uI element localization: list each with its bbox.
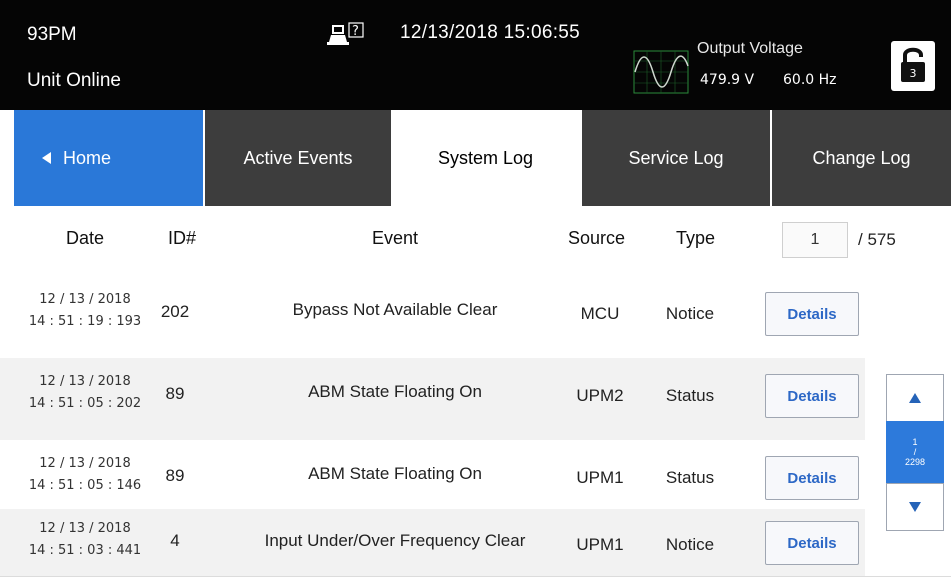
row-date: 12 / 13 / 2018: [39, 456, 131, 471]
tab-service-log[interactable]: Service Log: [580, 110, 770, 206]
details-button[interactable]: Details: [765, 521, 859, 565]
tab-service-log-label: Service Log: [628, 147, 724, 168]
row-source: UPM1: [576, 535, 624, 554]
row-type: Notice: [665, 535, 715, 554]
scroll-separator: /: [913, 447, 917, 457]
ups-display-screen: 93PM Unit Online ? 12/13/2018 15:06:55 O…: [0, 0, 951, 577]
table-row: 12 / 13 / 2018 14 : 51 : 19 : 193 202 By…: [0, 276, 865, 358]
row-event: ABM State Floating On: [308, 464, 482, 483]
row-type: Status: [665, 386, 715, 405]
column-header-source: Source: [568, 228, 626, 248]
scroll-down-button[interactable]: [886, 483, 944, 531]
row-event: ABM State Floating On: [308, 382, 482, 401]
column-header-event: Event: [372, 228, 419, 248]
column-header-id: ID#: [168, 228, 197, 248]
scroll-up-button[interactable]: [886, 374, 944, 422]
row-type: Status: [665, 468, 715, 487]
tab-bar: Home Active Events System Log Service Lo…: [0, 110, 951, 206]
page-number-input[interactable]: 1: [782, 222, 848, 258]
row-time: 14 : 51 : 05 : 146: [28, 478, 142, 493]
unit-status: Unit Online: [27, 70, 121, 91]
row-id: 202: [160, 302, 190, 321]
sine-wave-icon: [633, 50, 689, 94]
help-screen-icon[interactable]: ?: [325, 22, 367, 48]
lock-button[interactable]: 3: [891, 41, 935, 91]
access-level-label: 3: [910, 67, 917, 80]
row-date: 12 / 13 / 2018: [39, 292, 131, 307]
page-total: / 575: [858, 230, 896, 249]
arrow-up-icon: [909, 393, 921, 403]
output-voltage-label: Output Voltage: [697, 40, 803, 57]
row-id: 89: [165, 384, 185, 403]
tab-home[interactable]: Home: [14, 110, 203, 206]
row-time: 14 : 51 : 05 : 202: [28, 396, 142, 411]
row-date: 12 / 13 / 2018: [39, 521, 131, 536]
row-source: UPM2: [576, 386, 624, 405]
scroll-position-indicator[interactable]: 1 / 2298: [886, 421, 944, 483]
row-type: Notice: [665, 304, 715, 323]
details-button[interactable]: Details: [765, 456, 859, 500]
table-row: 12 / 13 / 2018 14 : 51 : 05 : 202 89 ABM…: [0, 358, 865, 440]
back-arrow-icon: [42, 152, 51, 164]
row-event: Bypass Not Available Clear: [292, 300, 498, 319]
output-frequency-value: 60.0 Hz: [783, 72, 837, 88]
scroll-total: 2298: [904, 457, 926, 467]
details-button[interactable]: Details: [765, 292, 859, 336]
row-date: 12 / 13 / 2018: [39, 374, 131, 389]
row-source: UPM1: [576, 468, 624, 487]
row-id: 4: [170, 531, 180, 550]
tab-active-events-label: Active Events: [243, 147, 353, 168]
column-header-type: Type: [676, 228, 716, 248]
tab-system-log-label: System Log: [437, 147, 534, 168]
table-row: 12 / 13 / 2018 14 : 51 : 03 : 441 4 Inpu…: [0, 509, 865, 577]
row-id: 89: [165, 466, 185, 485]
row-event: Input Under/Over Frequency Clear: [264, 531, 526, 550]
tab-system-log[interactable]: System Log: [391, 110, 580, 206]
row-time: 14 : 51 : 19 : 193: [28, 314, 142, 329]
tab-active-events[interactable]: Active Events: [203, 110, 391, 206]
details-button[interactable]: Details: [765, 374, 859, 418]
ups-model: 93PM: [27, 24, 77, 45]
tab-change-log-label: Change Log: [812, 147, 911, 168]
arrow-down-icon: [909, 502, 921, 512]
tab-home-label: Home: [63, 147, 112, 168]
system-datetime: 12/13/2018 15:06:55: [400, 22, 581, 43]
output-voltage-value: 479.9 V: [700, 72, 755, 88]
row-time: 14 : 51 : 03 : 441: [28, 543, 142, 558]
unlocked-padlock-icon: 3: [901, 47, 925, 82]
svg-text:?: ?: [352, 24, 359, 39]
scroll-position: 1: [912, 437, 918, 447]
column-header-date: Date: [66, 228, 105, 248]
tab-change-log[interactable]: Change Log: [770, 110, 951, 206]
status-header: 93PM Unit Online ? 12/13/2018 15:06:55 O…: [0, 0, 951, 110]
row-source: MCU: [580, 304, 620, 323]
